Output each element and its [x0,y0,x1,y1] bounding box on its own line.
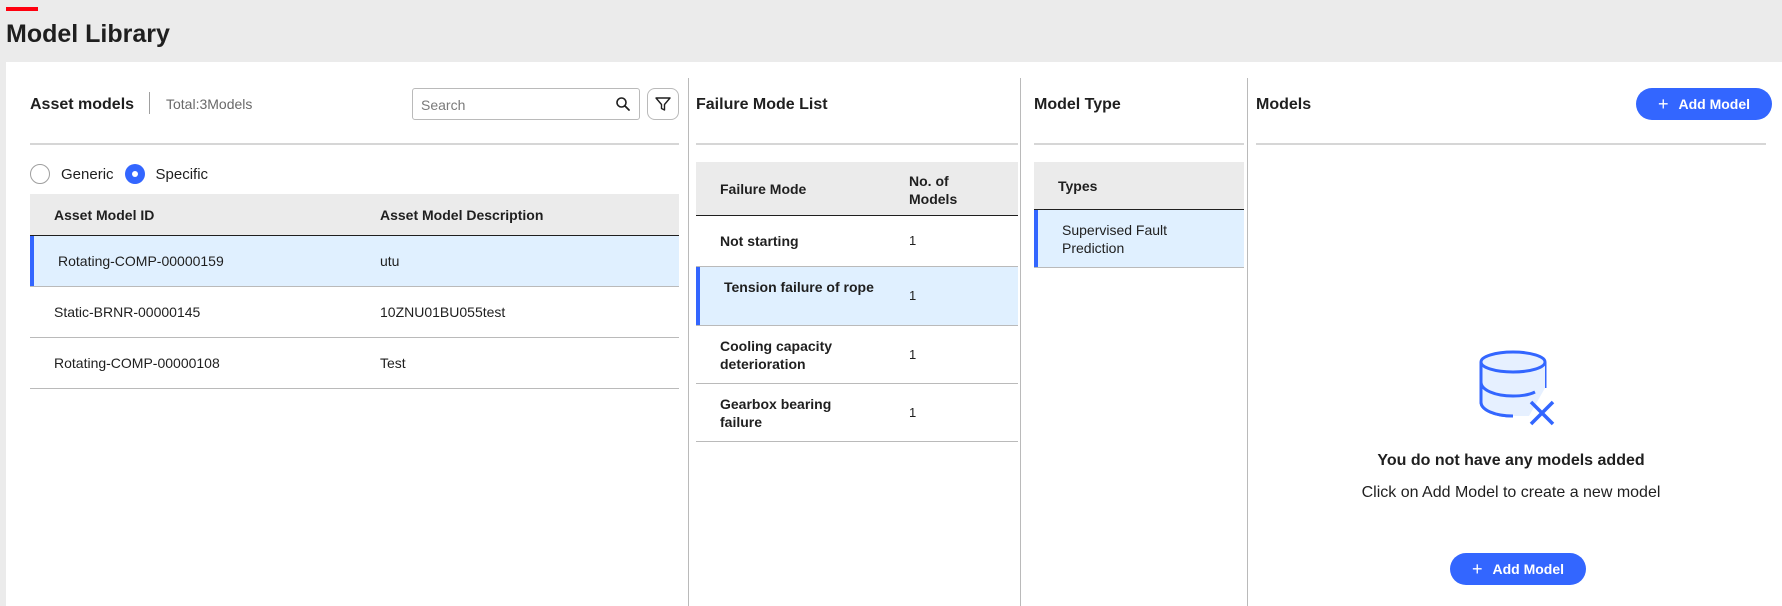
search-input[interactable] [421,95,611,115]
add-model-button[interactable]: + Add Model [1636,88,1772,120]
header-separator [149,92,150,114]
specific-radio-label[interactable]: Specific [156,166,209,183]
plus-icon: + [1657,94,1669,114]
asset-model-description: 10ZNU01BU055test [380,304,506,320]
models-title: Models [1256,96,1312,113]
table-row[interactable]: Rotating-COMP-00000159 utu [30,236,679,287]
table-row[interactable]: Cooling capacity deterioration 1 [696,326,1018,384]
table-row[interactable]: Tension failure of rope 1 [696,267,1018,326]
table-header: Asset Model ID Asset Model Description [30,194,679,236]
failure-mode-table: Failure Mode No. of Models Not starting … [696,162,1018,442]
model-type-table: Types Supervised Fault Prediction [1034,162,1244,268]
table-header: Types [1034,162,1244,210]
failure-mode-name: Not starting [720,233,799,249]
asset-models-panel: Asset models Total:3Models Generic Speci… [30,78,679,606]
column-header-asset-model-id[interactable]: Asset Model ID [54,206,154,224]
panel-divider [1247,78,1248,606]
failure-mode-panel: Failure Mode List Failure Mode No. of Mo… [696,78,1018,606]
asset-models-header: Asset models Total:3Models [30,78,679,145]
models-header: Models + Add Model [1256,78,1772,145]
table-header: Failure Mode No. of Models [696,162,1018,216]
model-type-panel: Model Type Types Supervised Fault Predic… [1034,78,1244,606]
specific-radio[interactable] [124,164,145,184]
filter-button[interactable] [647,88,679,120]
panel-divider [1020,78,1021,606]
asset-models-table: Asset Model ID Asset Model Description R… [30,194,679,389]
model-type-name: Supervised Fault Prediction [1062,222,1168,256]
failure-mode-count: 1 [909,347,917,362]
failure-mode-count: 1 [909,288,917,303]
table-row[interactable]: Supervised Fault Prediction [1034,210,1244,268]
column-header-no-of-models[interactable]: No. of Models [909,172,979,208]
generic-radio[interactable] [30,164,50,184]
empty-state-subtitle: Click on Add Model to create a new model [1361,484,1661,501]
asset-model-description: utu [380,253,400,269]
failure-mode-name: Tension failure of rope [724,279,874,295]
model-type-title: Model Type [1034,96,1121,113]
table-row[interactable]: Static-BRNR-00000145 10ZNU01BU055test [30,287,679,338]
search-icon[interactable] [615,96,631,112]
empty-state-title: You do not have any models added [1377,452,1645,469]
model-type-header: Model Type [1034,78,1244,145]
database-remove-icon [1479,350,1555,426]
main-content: Asset models Total:3Models Generic Speci… [6,62,1782,606]
filter-icon [655,97,671,111]
page-title: Model Library [6,20,170,48]
failure-mode-header: Failure Mode List [696,78,1018,145]
panel-divider [688,78,689,606]
asset-models-title: Asset models [30,96,135,113]
total-models-label: Total:3Models [166,96,253,112]
asset-model-id: Static-BRNR-00000145 [54,304,201,320]
generic-radio-label[interactable]: Generic [61,166,114,183]
brand-accent-bar [6,7,38,11]
empty-add-model-button[interactable]: + Add Model [1450,553,1586,585]
failure-mode-count: 1 [909,405,917,420]
asset-model-id: Rotating-COMP-00000108 [54,355,220,371]
failure-mode-count: 1 [909,233,917,248]
column-header-failure-mode[interactable]: Failure Mode [720,180,806,198]
add-model-button-label: Add Model [1678,96,1751,112]
asset-model-description: Test [380,355,406,371]
failure-mode-name: Gearbox bearing failure [720,396,832,430]
search-box[interactable] [412,88,640,120]
asset-model-id: Rotating-COMP-00000159 [58,253,224,269]
models-panel: Models + Add Model You do not have any m… [1256,78,1772,606]
table-row[interactable]: Gearbox bearing failure 1 [696,384,1018,442]
table-row[interactable]: Not starting 1 [696,216,1018,267]
model-scope-radio-group: Generic Specific [30,162,219,186]
failure-mode-title: Failure Mode List [696,96,828,113]
empty-add-model-button-label: Add Model [1492,561,1565,577]
column-header-types[interactable]: Types [1058,177,1097,195]
failure-mode-name: Cooling capacity deterioration [720,338,833,372]
plus-icon: + [1471,559,1483,579]
column-header-asset-model-description[interactable]: Asset Model Description [380,206,543,224]
table-row[interactable]: Rotating-COMP-00000108 Test [30,338,679,389]
